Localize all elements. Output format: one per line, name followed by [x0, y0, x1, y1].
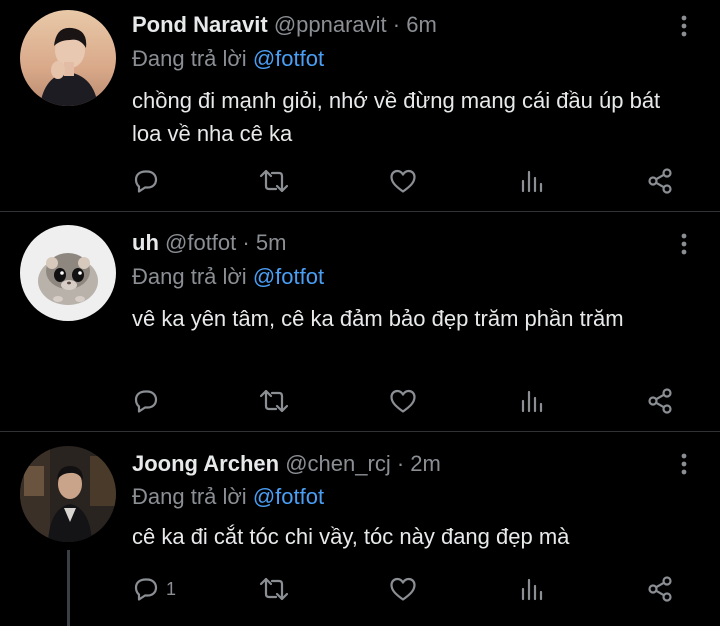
- replying-to: Đang trả lời @fotfot: [132, 262, 324, 292]
- avatar[interactable]: [20, 225, 116, 321]
- reply-icon: [134, 170, 158, 193]
- reply-count: 1: [166, 578, 177, 599]
- separator: ·: [392, 12, 401, 37]
- views-button[interactable]: [518, 166, 546, 196]
- action-bar: [132, 166, 692, 196]
- handle[interactable]: @fotfot: [165, 230, 236, 255]
- reply-icon: [134, 390, 158, 413]
- person-suit-avatar: [20, 446, 116, 542]
- replying-label: Đang trả lời: [132, 264, 247, 289]
- tweet[interactable]: Joong Archen @chen_rcj · 2m Đang trả lời…: [0, 432, 720, 626]
- replying-label: Đang trả lời: [132, 484, 247, 509]
- timestamp[interactable]: 2m: [410, 451, 441, 476]
- heart-icon: [390, 169, 416, 193]
- reply-icon: [134, 578, 158, 601]
- more-vertical-icon: [681, 233, 687, 255]
- like-button[interactable]: [388, 386, 418, 416]
- share-icon: [648, 388, 672, 414]
- action-bar: [132, 386, 692, 416]
- share-button[interactable]: [646, 386, 674, 416]
- heart-icon: [390, 577, 416, 601]
- replying-label: Đang trả lời: [132, 46, 247, 71]
- retweet-icon: [259, 389, 289, 413]
- views-icon: [521, 390, 543, 413]
- reply-button[interactable]: [132, 386, 166, 416]
- tweet-text: chồng đi mạnh giỏi, nhớ về đừng mang cái…: [132, 88, 661, 146]
- replying-to: Đang trả lời @fotfot: [132, 44, 324, 74]
- heart-icon: [390, 389, 416, 413]
- separator: ·: [396, 451, 405, 476]
- share-button[interactable]: [646, 574, 674, 604]
- more-button[interactable]: [678, 232, 690, 256]
- tweet-header: Pond Naravit @ppnaravit · 6m: [132, 10, 437, 40]
- reply-button[interactable]: 1: [132, 574, 176, 604]
- replying-to: Đang trả lời @fotfot: [132, 482, 324, 512]
- views-button[interactable]: [518, 574, 546, 604]
- retweet-button[interactable]: [258, 574, 290, 604]
- avatar[interactable]: [20, 446, 116, 542]
- views-icon: [521, 578, 543, 601]
- separator: ·: [242, 230, 250, 255]
- handle[interactable]: @chen_rcj: [285, 451, 391, 476]
- person-photo-avatar: [20, 10, 116, 106]
- like-button[interactable]: [388, 574, 418, 604]
- retweet-icon: [259, 169, 289, 193]
- tweet[interactable]: uh @fotfot · 5m Đang trả lời @fotfot vê …: [0, 212, 720, 431]
- tweet-header: Joong Archen @chen_rcj · 2m: [132, 449, 441, 479]
- action-bar: 1: [132, 574, 692, 604]
- avatar[interactable]: [20, 10, 116, 106]
- handle[interactable]: @ppnaravit: [274, 12, 387, 37]
- more-vertical-icon: [681, 15, 687, 37]
- like-button[interactable]: [388, 166, 418, 196]
- tweet[interactable]: Pond Naravit @ppnaravit · 6m Đang trả lờ…: [0, 0, 720, 211]
- mention-link[interactable]: @fotfot: [253, 264, 324, 289]
- more-vertical-icon: [681, 453, 687, 475]
- retweet-button[interactable]: [258, 166, 290, 196]
- more-button[interactable]: [678, 452, 690, 476]
- share-icon: [648, 168, 672, 194]
- retweet-button[interactable]: [258, 386, 290, 416]
- retweet-icon: [259, 577, 289, 601]
- more-button[interactable]: [678, 14, 690, 38]
- mention-link[interactable]: @fotfot: [253, 46, 324, 71]
- display-name[interactable]: Joong Archen: [132, 451, 279, 476]
- hamster-avatar: [20, 225, 116, 321]
- views-button[interactable]: [518, 386, 546, 416]
- display-name[interactable]: uh: [132, 230, 159, 255]
- mention-link[interactable]: @fotfot: [253, 484, 324, 509]
- tweet-text: cê ka đi cắt tóc chi vầy, tóc này đang đ…: [132, 524, 570, 549]
- reply-button[interactable]: [132, 166, 166, 196]
- share-icon: [648, 576, 672, 602]
- share-button[interactable]: [646, 166, 674, 196]
- tweet-header: uh @fotfot · 5m: [132, 228, 286, 258]
- display-name[interactable]: Pond Naravit: [132, 12, 268, 37]
- views-icon: [521, 170, 543, 193]
- timestamp[interactable]: 6m: [406, 12, 437, 37]
- tweet-text: vê ka yên tâm, cê ka đảm bảo đẹp trăm ph…: [132, 306, 624, 331]
- timestamp[interactable]: 5m: [256, 230, 287, 255]
